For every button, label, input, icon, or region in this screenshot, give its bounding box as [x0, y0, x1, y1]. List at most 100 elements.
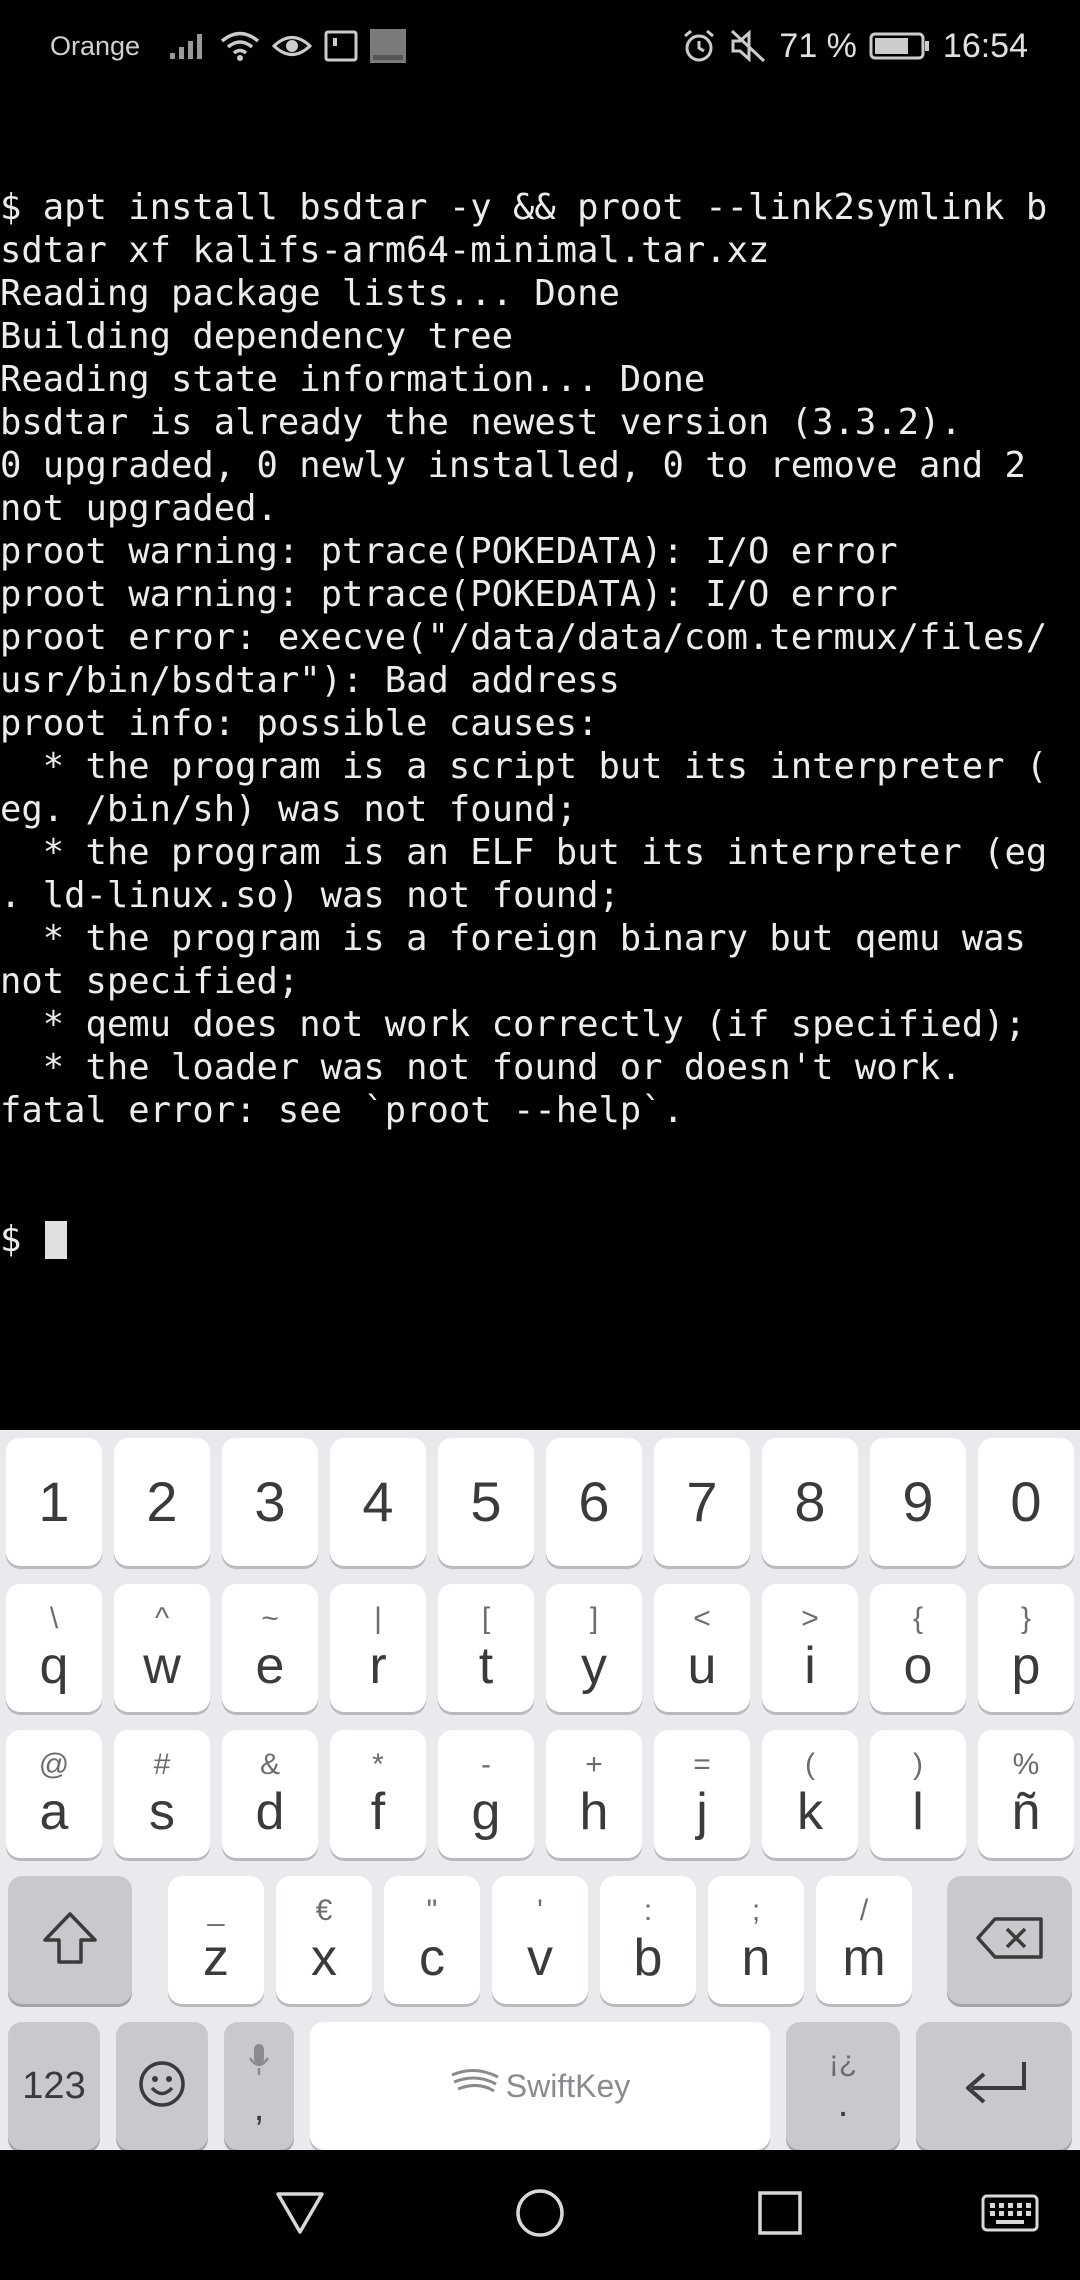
key-x[interactable]: € x — [276, 1876, 372, 2004]
key-label: x — [311, 1929, 337, 1987]
key-r[interactable]: | r — [330, 1584, 426, 1712]
key-d[interactable]: & d — [222, 1730, 318, 1858]
enter-key[interactable] — [916, 2022, 1072, 2150]
comma-key[interactable]: , — [224, 2022, 294, 2150]
backspace-key[interactable] — [947, 1876, 1072, 2004]
carrier-name: Orange — [50, 30, 141, 61]
key-g[interactable]: -g — [438, 1730, 534, 1858]
key-2[interactable]: 2 — [114, 1438, 210, 1566]
key-f[interactable]: * f — [330, 1730, 426, 1858]
terminal-line: * the program is an ELF but its interpre… — [0, 832, 1048, 873]
key-e[interactable]: ~ e — [222, 1584, 318, 1712]
signal-icon — [168, 31, 208, 61]
key-h[interactable]: + h — [546, 1730, 642, 1858]
key-label: 7 — [686, 1470, 718, 1533]
keyboard-row-1: \ q ^ w ~ e | r[t] y < u > i{o} p — [0, 1584, 1080, 1712]
key-b[interactable]: :b — [600, 1876, 696, 2004]
key-v[interactable]: ' v — [492, 1876, 588, 2004]
recents-button[interactable] — [710, 2150, 850, 2280]
key-w[interactable]: ^ w — [114, 1584, 210, 1712]
key-1[interactable]: 1 — [6, 1438, 102, 1566]
key-y[interactable]: ] y — [546, 1584, 642, 1712]
key-label: m — [842, 1929, 886, 1987]
key-a[interactable]: @ a — [6, 1730, 102, 1858]
terminal-line: * the program is a foreign binary but qe… — [0, 918, 1026, 959]
terminal-line: . ld-linux.so) was not found; — [0, 875, 620, 916]
key-hint: ] — [589, 1602, 599, 1635]
key-k[interactable]: (k — [762, 1730, 858, 1858]
key-n[interactable]: ; n — [708, 1876, 804, 2004]
key-l[interactable]: ) l — [870, 1730, 966, 1858]
key-8[interactable]: 8 — [762, 1438, 858, 1566]
battery-icon — [869, 31, 931, 61]
home-circle-icon — [514, 2187, 566, 2244]
terminal-line: eg. /bin/sh) was not found; — [0, 789, 578, 830]
key-label: e — [255, 1637, 285, 1695]
status-left: Orange — [50, 29, 407, 63]
space-bar[interactable]: SwiftKey — [310, 2022, 770, 2150]
key-z[interactable]: _ z — [168, 1876, 264, 2004]
key-label: w — [143, 1637, 181, 1695]
key-label: ñ — [1011, 1783, 1041, 1841]
key-hint: = — [693, 1748, 711, 1781]
swiftkey-logo-icon — [450, 2067, 500, 2105]
keyboard-number-row: 1 2 3 4 5 6 7 8 9 0 — [0, 1438, 1080, 1566]
key-hint: | — [374, 1602, 382, 1635]
key-9[interactable]: 9 — [870, 1438, 966, 1566]
key-3[interactable]: 3 — [222, 1438, 318, 1566]
key-hint: * — [372, 1748, 384, 1781]
key-5[interactable]: 5 — [438, 1438, 534, 1566]
key-hint: ; — [751, 1894, 761, 1927]
key-label: z — [203, 1929, 229, 1987]
key-label: v — [527, 1929, 553, 1987]
key-u[interactable]: < u — [654, 1584, 750, 1712]
terminal-line: not upgraded. — [0, 488, 278, 529]
key-4[interactable]: 4 — [330, 1438, 426, 1566]
period-key[interactable]: ¡¿ . — [786, 2022, 900, 2150]
key-7[interactable]: 7 — [654, 1438, 750, 1566]
shift-key[interactable] — [8, 1876, 132, 2004]
terminal-line: proot warning: ptrace(POKEDATA): I/O err… — [0, 531, 898, 572]
key-i[interactable]: > i — [762, 1584, 858, 1712]
enter-icon — [958, 2058, 1030, 2115]
terminal-output[interactable]: $ apt install bsdtar -y && proot --link2… — [0, 100, 1080, 1430]
shift-icon — [41, 1910, 99, 1971]
period-key-hint: ¡¿ — [828, 2044, 858, 2078]
key-hint: _ — [207, 1894, 225, 1927]
home-button[interactable] — [470, 2150, 610, 2280]
key-ñ[interactable]: % ñ — [978, 1730, 1074, 1858]
key-label: u — [687, 1637, 717, 1695]
key-m[interactable]: / m — [816, 1876, 912, 2004]
keyboard-switch-button[interactable] — [940, 2150, 1080, 2280]
terminal-line: sdtar xf kalifs-arm64-minimal.tar.xz — [0, 230, 770, 271]
key-c[interactable]: " c — [384, 1876, 480, 2004]
terminal-prompt-line[interactable]: $ — [0, 1218, 1080, 1261]
symbols-key-label: 123 — [22, 2064, 86, 2107]
key-6[interactable]: 6 — [546, 1438, 642, 1566]
navigation-bar — [0, 2150, 1080, 2280]
key-hint: \ — [49, 1602, 59, 1635]
key-0[interactable]: 0 — [978, 1438, 1074, 1566]
key-j[interactable]: = j — [654, 1730, 750, 1858]
key-hint: ) — [913, 1748, 923, 1781]
eye-icon — [272, 31, 313, 61]
key-label: 4 — [362, 1470, 394, 1533]
terminal-line: proot warning: ptrace(POKEDATA): I/O err… — [0, 574, 898, 615]
key-hint: { — [912, 1602, 924, 1635]
symbols-key[interactable]: 123 — [8, 2022, 100, 2150]
key-label: p — [1011, 1637, 1041, 1695]
key-o[interactable]: {o — [870, 1584, 966, 1712]
key-q[interactable]: \ q — [6, 1584, 102, 1712]
notification-icon — [324, 30, 358, 62]
status-right: 71 % 16:54 — [681, 27, 1028, 66]
key-label: s — [149, 1783, 175, 1841]
back-button[interactable] — [230, 2150, 370, 2280]
emoji-key[interactable] — [116, 2022, 208, 2150]
key-p[interactable]: } p — [978, 1584, 1074, 1712]
key-label: 8 — [794, 1470, 826, 1533]
key-label: 6 — [578, 1470, 610, 1533]
key-hint: ~ — [261, 1602, 279, 1635]
terminal-line: bsdtar is already the newest version (3.… — [0, 402, 962, 443]
key-s[interactable]: # s — [114, 1730, 210, 1858]
key-t[interactable]: [t — [438, 1584, 534, 1712]
